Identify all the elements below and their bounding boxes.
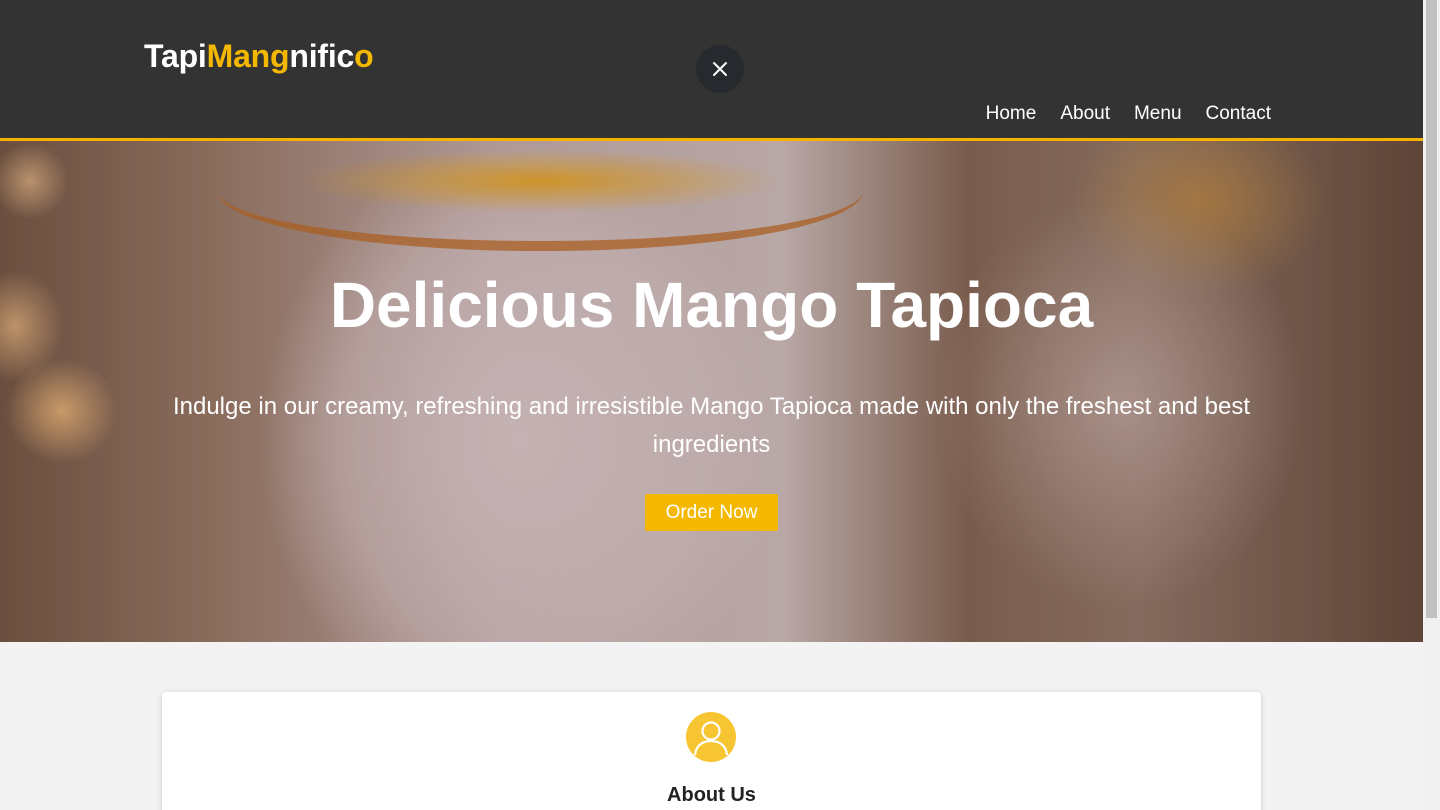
about-title: About Us bbox=[667, 784, 756, 806]
logo-part-tapi: Tapi bbox=[144, 38, 207, 74]
nav-about[interactable]: About bbox=[1060, 102, 1110, 126]
nav-menu[interactable]: Menu bbox=[1134, 102, 1182, 126]
close-button[interactable] bbox=[696, 45, 744, 93]
vertical-scrollbar[interactable] bbox=[1423, 0, 1440, 810]
about-card: About Us bbox=[162, 692, 1261, 810]
nav-contact[interactable]: Contact bbox=[1206, 102, 1271, 126]
hero-subtitle: Indulge in our creamy, refreshing and ir… bbox=[172, 393, 1251, 458]
close-icon bbox=[713, 62, 727, 76]
nav-home[interactable]: Home bbox=[986, 102, 1037, 126]
main-nav: Home About Menu Contact bbox=[986, 102, 1271, 126]
site-header: TapiMangnifico Home About Menu Contact bbox=[0, 0, 1423, 141]
logo-part-o: o bbox=[354, 38, 374, 74]
hero-title: Delicious Mango Tapioca bbox=[329, 269, 1094, 341]
logo-part-nific: nific bbox=[289, 38, 355, 74]
scrollbar-thumb[interactable] bbox=[1426, 0, 1437, 618]
hero-section: Delicious Mango Tapioca Indulge in our c… bbox=[0, 141, 1423, 642]
logo-part-mang: Mang bbox=[206, 38, 290, 74]
site-logo[interactable]: TapiMangnifico bbox=[144, 36, 374, 76]
user-icon bbox=[686, 712, 736, 762]
order-now-button[interactable]: Order Now bbox=[645, 494, 778, 531]
